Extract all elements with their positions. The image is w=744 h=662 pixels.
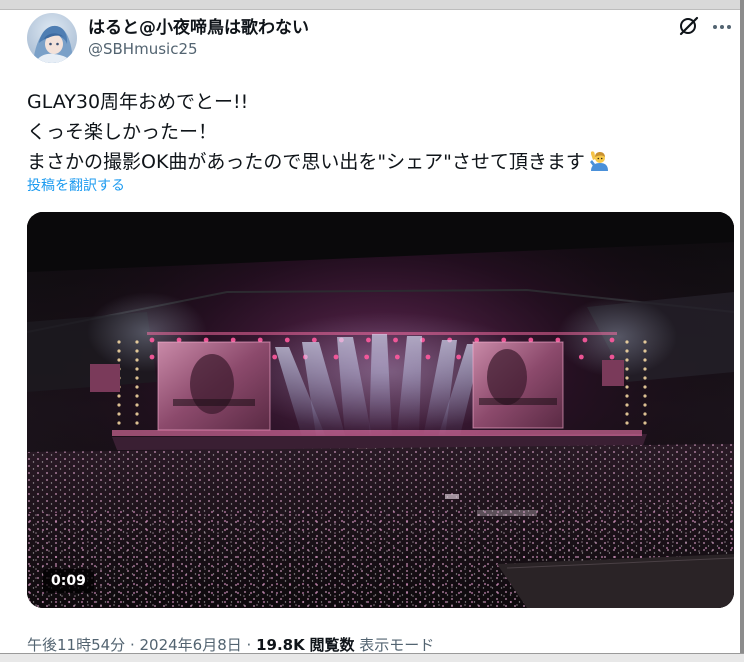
truss-light xyxy=(609,354,615,360)
side-tower-light xyxy=(643,403,647,407)
side-tower-light xyxy=(117,358,121,362)
post-date[interactable]: 2024年6月8日 xyxy=(140,636,242,653)
side-tower-light xyxy=(643,412,647,416)
truss-light xyxy=(284,337,290,343)
views-count: 19.8K xyxy=(256,636,305,653)
side-tower-light xyxy=(135,394,139,398)
side-tower-light xyxy=(135,340,139,344)
truss-light xyxy=(366,337,371,343)
side-tower-light xyxy=(643,349,647,353)
side-tower-light xyxy=(117,394,121,398)
side-tower-light xyxy=(135,412,139,416)
truss-light xyxy=(149,337,155,343)
more-options-icon[interactable] xyxy=(710,14,734,38)
author-handle[interactable]: @SBHmusic25 xyxy=(88,40,198,58)
side-tower-light xyxy=(625,403,629,407)
side-tower-light xyxy=(625,412,629,416)
truss-light xyxy=(149,354,155,360)
side-tower-light xyxy=(643,367,647,371)
side-tower-light xyxy=(625,376,629,380)
side-tower-light xyxy=(135,385,139,389)
truss-light xyxy=(272,354,278,360)
side-tower-light xyxy=(135,376,139,380)
truss-light xyxy=(394,354,400,360)
video-duration-badge: 0:09 xyxy=(43,569,94,593)
truss-light xyxy=(425,354,431,360)
window-scrollbar-edge xyxy=(740,0,744,662)
video-player[interactable] xyxy=(27,212,734,608)
author-display-name[interactable]: はると@小夜啼鳥は歌わない xyxy=(88,13,309,38)
tweet-text-line-3-wrap: まさかの撮影OK曲があったので思い出を"シェア"させて頂きます xyxy=(27,147,727,181)
side-tower-light xyxy=(643,421,647,425)
concert-video-frame xyxy=(27,212,734,608)
side-tower-light xyxy=(117,340,121,344)
post-time[interactable]: 午後11時54分 xyxy=(27,636,125,653)
truss-light xyxy=(578,354,584,360)
side-tower-light xyxy=(135,403,139,407)
window-top-edge xyxy=(0,0,744,10)
tweet-metadata: 午後11時54分 · 2024年6月8日 · 19.8K 閲覧数 表示モード xyxy=(27,634,434,653)
translate-post-link[interactable]: 投稿を翻訳する xyxy=(27,175,125,195)
side-tower-light xyxy=(135,367,139,371)
meta-separator: · xyxy=(241,636,257,653)
side-tower-light xyxy=(135,421,139,425)
grok-icon[interactable] xyxy=(677,14,701,38)
side-tower-light xyxy=(643,385,647,389)
side-tower-light xyxy=(625,367,629,371)
avatar[interactable] xyxy=(27,13,77,63)
truss-light xyxy=(364,354,370,360)
side-tower-light xyxy=(625,358,629,362)
tweet-text-line-1: GLAY30周年おめでとー!! xyxy=(27,91,249,113)
meta-separator: · xyxy=(125,636,140,653)
tweet-text-line-3: まさかの撮影OK曲があったので思い出を"シェア"させて頂きます xyxy=(27,151,585,173)
truss-light xyxy=(393,337,398,343)
side-tower-light xyxy=(117,412,121,416)
truss-light xyxy=(609,337,615,343)
window-bottom-edge xyxy=(0,653,744,662)
display-mode-link[interactable]: 表示モード xyxy=(359,636,434,653)
side-tower-light xyxy=(117,349,121,353)
side-tower-light xyxy=(135,358,139,362)
person-raising-hand-emoji-icon xyxy=(587,150,609,181)
side-tower-light xyxy=(643,394,647,398)
tweet-text-line-2: くっそ楽しかったー！ xyxy=(27,121,218,143)
side-tower-light xyxy=(135,349,139,353)
tweet-text: GLAY30周年おめでとー!! くっそ楽しかったー！ まさかの撮影OK曲があった… xyxy=(27,87,727,181)
truss-light xyxy=(456,354,462,360)
side-tower-light xyxy=(643,358,647,362)
tweet: はると@小夜啼鳥は歌わない @SBHmusic25 GLAY30周年おめでとー!… xyxy=(0,10,740,653)
side-tower-light xyxy=(643,340,647,344)
side-tower-light xyxy=(625,349,629,353)
side-tower-light xyxy=(643,376,647,380)
side-tower-light xyxy=(625,394,629,398)
truss-light xyxy=(582,337,588,343)
side-tower-light xyxy=(625,385,629,389)
side-tower-light xyxy=(117,421,121,425)
side-tower-light xyxy=(625,340,629,344)
truss-light xyxy=(333,354,339,360)
truss-light xyxy=(311,337,317,343)
side-tower-light xyxy=(625,421,629,425)
views-label: 閲覧数 xyxy=(309,636,355,653)
side-tower-light xyxy=(117,403,121,407)
